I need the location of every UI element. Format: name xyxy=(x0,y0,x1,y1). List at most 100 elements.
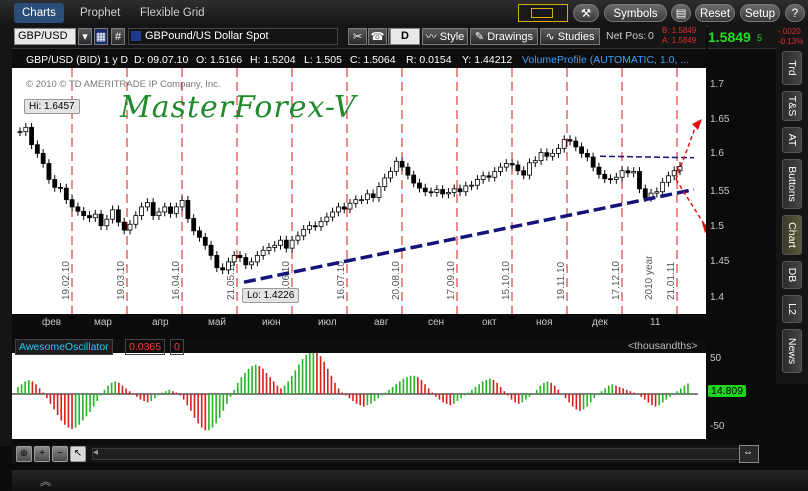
scissors-icon: ✂ xyxy=(352,31,363,43)
candle-body xyxy=(197,230,202,238)
change-panel: -.0020 -0.13% xyxy=(776,26,808,48)
candle-body xyxy=(631,171,637,174)
month-label: июл xyxy=(318,317,337,328)
info-close: C: 1.5064 xyxy=(350,54,396,66)
collapse-icon[interactable]: ︽ xyxy=(40,473,51,489)
link-group-box[interactable] xyxy=(518,4,568,22)
help-button[interactable]: ? xyxy=(785,4,805,22)
tab-flexible-grid[interactable]: Flexible Grid xyxy=(132,3,213,23)
zoom-out-button[interactable]: − xyxy=(52,446,68,462)
month-label: май xyxy=(208,317,227,328)
studies-button[interactable]: ∿ Studies xyxy=(540,28,600,45)
date-line-label: 17.09.10 xyxy=(446,261,457,300)
hash-button[interactable]: # xyxy=(111,28,125,45)
candle-body xyxy=(579,146,584,154)
sidebar-tab-l2[interactable]: L2 xyxy=(782,295,802,323)
oscillator-panel[interactable] xyxy=(12,339,706,439)
candle-body xyxy=(388,171,393,179)
month-label: фев xyxy=(42,317,62,328)
sidebar-tab-label: T&S xyxy=(786,95,798,117)
horizontal-scrollbar[interactable]: ◂ xyxy=(92,447,740,460)
y-tick: 1.6 xyxy=(710,148,724,159)
info-low: L: 1.505 xyxy=(304,54,342,66)
date-line-label: 21.01.11 xyxy=(666,261,677,300)
style-button[interactable]: 〰 Style xyxy=(422,28,468,45)
candle-body xyxy=(185,200,191,219)
sidebar-tab-news[interactable]: News xyxy=(782,329,802,373)
tab-prophet[interactable]: Prophet xyxy=(72,3,128,23)
candle-body xyxy=(434,189,440,193)
sidebar-tab-at[interactable]: AT xyxy=(782,127,802,153)
oscillator-axis: 50 0 -50 14.809 xyxy=(706,339,747,439)
aggregation-select[interactable]: D xyxy=(390,28,420,45)
candle-body xyxy=(301,228,307,237)
description-field: GBPound/US Dollar Spot xyxy=(128,28,338,45)
candle-body xyxy=(515,164,521,172)
wrench-icon: ⚒ xyxy=(580,8,592,20)
candle-body xyxy=(133,215,139,225)
symbol-field[interactable]: GBP/USD xyxy=(14,28,76,45)
symbol-dropdown-button[interactable]: ▾ xyxy=(78,28,92,45)
drawings-icon: ✎ xyxy=(474,31,485,43)
candle-body xyxy=(480,175,486,180)
candle-body xyxy=(376,186,382,198)
tab-charts[interactable]: Charts xyxy=(14,3,64,23)
bottom-controls: ⊕ + − ↖ ◂ ▸ xyxy=(12,445,758,463)
sidebar-tab-db[interactable]: DB xyxy=(782,261,802,289)
reset-button[interactable]: Reset xyxy=(695,4,735,22)
candle-body xyxy=(561,139,567,149)
phone-button[interactable]: ☎ xyxy=(368,28,387,45)
candle-body xyxy=(584,152,590,158)
month-label: сен xyxy=(428,317,445,328)
scissors-button[interactable]: ✂ xyxy=(348,28,367,45)
candle-body xyxy=(660,181,666,193)
candle-body xyxy=(318,220,324,227)
crosshair-button[interactable]: ⊕ xyxy=(16,446,32,462)
info-y: Y: 1.44212 xyxy=(462,54,513,66)
candle-body xyxy=(567,139,573,142)
style-label: Style xyxy=(439,31,465,43)
trend-line xyxy=(243,187,695,284)
setup-button[interactable]: Setup xyxy=(740,4,780,22)
candle-body xyxy=(602,173,608,180)
right-sidebar: Trd T&S AT Buttons Chart DB L2 News xyxy=(776,47,808,384)
candle-body xyxy=(608,178,613,181)
candle-body xyxy=(411,174,417,184)
pointer-button[interactable]: ↖ xyxy=(70,446,86,462)
sidebar-tab-buttons[interactable]: Buttons xyxy=(782,159,802,209)
year-label: 2010 year xyxy=(644,255,655,300)
sidebar-tab-label: Buttons xyxy=(786,166,798,202)
candle-body xyxy=(619,170,625,178)
zoom-in-button[interactable]: + xyxy=(34,446,50,462)
lo-label: Lo: 1.4226 xyxy=(242,288,300,303)
candle-body xyxy=(29,126,34,146)
symbol-lookup-button[interactable]: ▦ xyxy=(94,28,108,45)
candle-body xyxy=(34,144,40,154)
sidebar-tab-label: News xyxy=(786,337,798,365)
candle-body xyxy=(127,223,133,231)
info-range: R: 0.0154 xyxy=(406,54,452,66)
sidebar-tab-ts[interactable]: T&S xyxy=(782,91,802,121)
expand-button[interactable]: ⇔ xyxy=(739,445,759,463)
style-icon: 〰 xyxy=(425,31,437,43)
price-chart[interactable]: 19.02.10 19.03.10 16.04.10 21.05.10 18.06.10… xyxy=(12,68,706,314)
symbols-button[interactable]: Symbols xyxy=(604,4,667,22)
date-line-label: 15.10.10 xyxy=(501,261,512,300)
drawings-button[interactable]: ✎ Drawings xyxy=(470,28,538,45)
ask-price: A: 1.5849 xyxy=(662,36,697,45)
oscillator-value: 0.0365 xyxy=(125,339,166,355)
sidebar-tab-chart[interactable]: Chart xyxy=(782,215,802,255)
candle-body xyxy=(260,249,266,256)
candle-body xyxy=(81,210,87,216)
print-button[interactable]: ▤ xyxy=(671,4,691,22)
sidebar-tab-trd[interactable]: Trd xyxy=(782,51,802,85)
candle-body xyxy=(440,189,446,195)
date-line-label: 19.02.10 xyxy=(61,261,72,300)
candle-body xyxy=(550,152,556,157)
zoom-out-icon: − xyxy=(57,448,63,459)
watermark-text: MasterForex-V xyxy=(120,90,357,125)
candle-body xyxy=(457,188,463,193)
candle-body xyxy=(92,213,98,219)
wrench-button[interactable]: ⚒ xyxy=(573,4,599,22)
candle-body xyxy=(289,239,295,249)
